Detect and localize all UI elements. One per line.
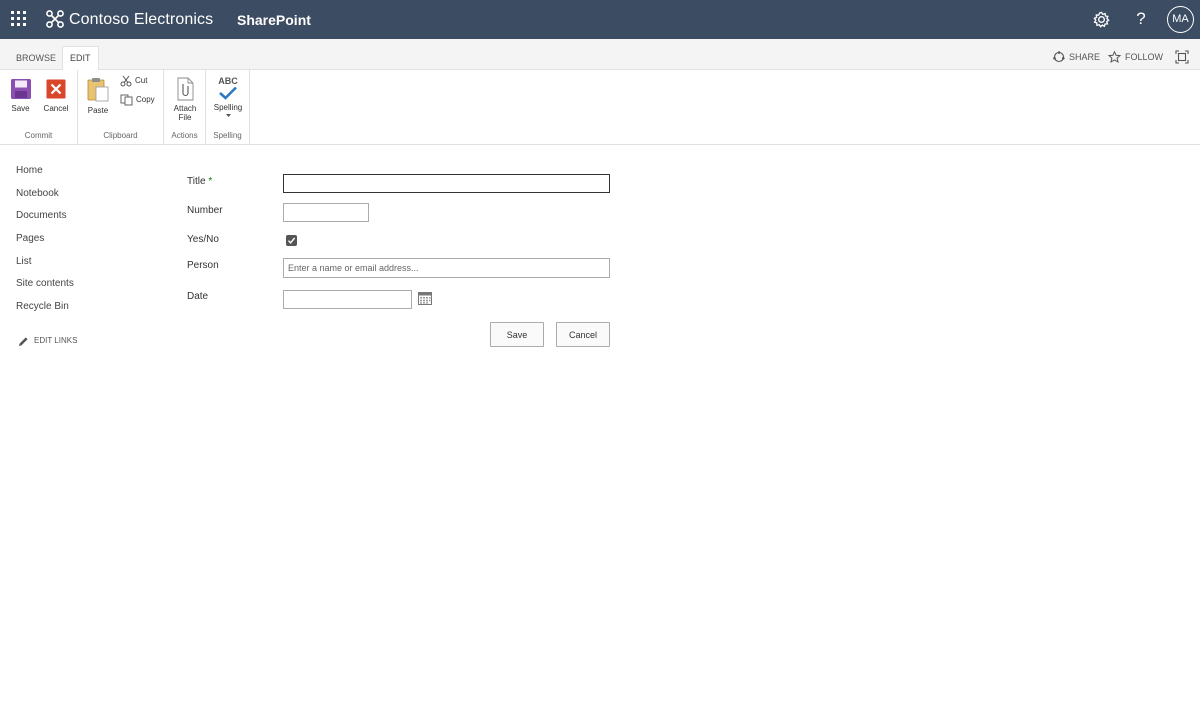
- suite-bar: Contoso Electronics SharePoint ? MA: [0, 0, 1200, 39]
- nav-item-site-contents[interactable]: Site contents: [16, 277, 146, 290]
- required-marker: *: [208, 176, 213, 187]
- ribbon-tab-row: BROWSE EDIT SHARE FOLLOW: [0, 39, 1200, 71]
- left-navigation: Home Notebook Documents Pages List Site …: [16, 164, 146, 323]
- nav-item-pages[interactable]: Pages: [16, 232, 146, 245]
- number-label: Number: [187, 205, 223, 216]
- brand-name[interactable]: Contoso Electronics: [69, 10, 213, 30]
- chevron-down-icon: [225, 114, 231, 117]
- paste-label: Paste: [87, 106, 109, 115]
- number-input[interactable]: [283, 203, 369, 222]
- yesno-label: Yes/No: [187, 234, 219, 245]
- nav-item-list[interactable]: List: [16, 255, 146, 268]
- checkmark-icon: [219, 86, 237, 100]
- cut-label: Cut: [135, 76, 148, 85]
- ribbon-save-button[interactable]: Save: [8, 78, 33, 113]
- spelling-group-label: Spelling: [213, 131, 242, 140]
- person-input[interactable]: [283, 258, 610, 278]
- nav-item-recycle-bin[interactable]: Recycle Bin: [16, 300, 146, 313]
- avatar[interactable]: MA: [1167, 6, 1194, 33]
- attach-file-button[interactable]: Attach File: [169, 77, 201, 122]
- actions-group-label: Actions: [171, 131, 198, 140]
- tab-browse[interactable]: BROWSE: [9, 47, 63, 70]
- spelling-button[interactable]: ABC Spelling: [210, 76, 246, 117]
- actions-group: Attach File Actions: [164, 70, 206, 144]
- pencil-icon: [19, 336, 28, 346]
- cancel-icon: [46, 79, 66, 99]
- app-launcher-icon[interactable]: [11, 11, 27, 27]
- title-input[interactable]: [283, 174, 610, 193]
- app-name[interactable]: SharePoint: [237, 11, 311, 29]
- follow-button[interactable]: FOLLOW: [1108, 51, 1163, 63]
- save-icon: [10, 79, 31, 99]
- spelling-group: ABC Spelling Spelling: [206, 70, 250, 144]
- share-label: SHARE: [1069, 52, 1101, 62]
- date-input[interactable]: [283, 290, 412, 309]
- commit-group: Save Cancel Commit: [0, 70, 78, 144]
- attach-file-label-line2: File: [178, 113, 192, 122]
- yesno-checkbox[interactable]: [286, 235, 297, 246]
- copy-label: Copy: [136, 95, 155, 104]
- checkbox-check-icon: [287, 237, 296, 244]
- edit-links-button[interactable]: EDIT LINKS: [18, 335, 77, 347]
- copy-icon: [120, 94, 133, 106]
- copy-button[interactable]: Copy: [120, 94, 155, 106]
- share-button[interactable]: SHARE: [1053, 51, 1100, 63]
- star-icon: [1108, 51, 1121, 63]
- title-label-text: Title: [187, 176, 206, 187]
- gear-icon[interactable]: [1092, 10, 1111, 29]
- title-label: Title *: [187, 175, 212, 188]
- cancel-button[interactable]: Cancel: [556, 322, 610, 347]
- edit-links-label: EDIT LINKS: [34, 336, 78, 345]
- calendar-icon[interactable]: [418, 292, 432, 305]
- clipboard-group: Paste Cut Copy Clipboard: [78, 70, 164, 144]
- spelling-icon-text: ABC: [218, 76, 238, 86]
- focus-mode-icon[interactable]: [1175, 50, 1189, 64]
- clipboard-group-label: Clipboard: [103, 131, 138, 140]
- commit-group-label: Commit: [24, 131, 53, 140]
- tab-edit[interactable]: EDIT: [62, 46, 99, 71]
- nav-item-home[interactable]: Home: [16, 164, 146, 177]
- share-icon: [1053, 51, 1065, 63]
- cut-button[interactable]: Cut: [120, 75, 147, 87]
- attach-file-label-line1: Attach: [173, 104, 197, 113]
- ribbon-cancel-button[interactable]: Cancel: [41, 78, 71, 113]
- save-button[interactable]: Save: [490, 322, 544, 347]
- paste-icon: [87, 78, 109, 102]
- scissors-icon: [120, 75, 132, 87]
- contoso-logo-icon: [46, 10, 64, 28]
- date-label: Date: [187, 291, 209, 302]
- nav-item-notebook[interactable]: Notebook: [16, 187, 146, 200]
- spelling-label: Spelling: [213, 103, 243, 112]
- person-label: Person: [187, 260, 219, 271]
- ribbon-save-label: Save: [11, 104, 30, 113]
- ribbon-cancel-label: Cancel: [43, 104, 69, 113]
- attach-file-icon: [177, 77, 194, 101]
- ribbon: Save Cancel Commit Paste Cut Copy Clipbo…: [0, 70, 1200, 145]
- nav-item-documents[interactable]: Documents: [16, 209, 146, 222]
- help-icon[interactable]: ?: [1134, 9, 1148, 29]
- follow-label: FOLLOW: [1125, 52, 1164, 62]
- paste-button[interactable]: Paste: [85, 77, 111, 115]
